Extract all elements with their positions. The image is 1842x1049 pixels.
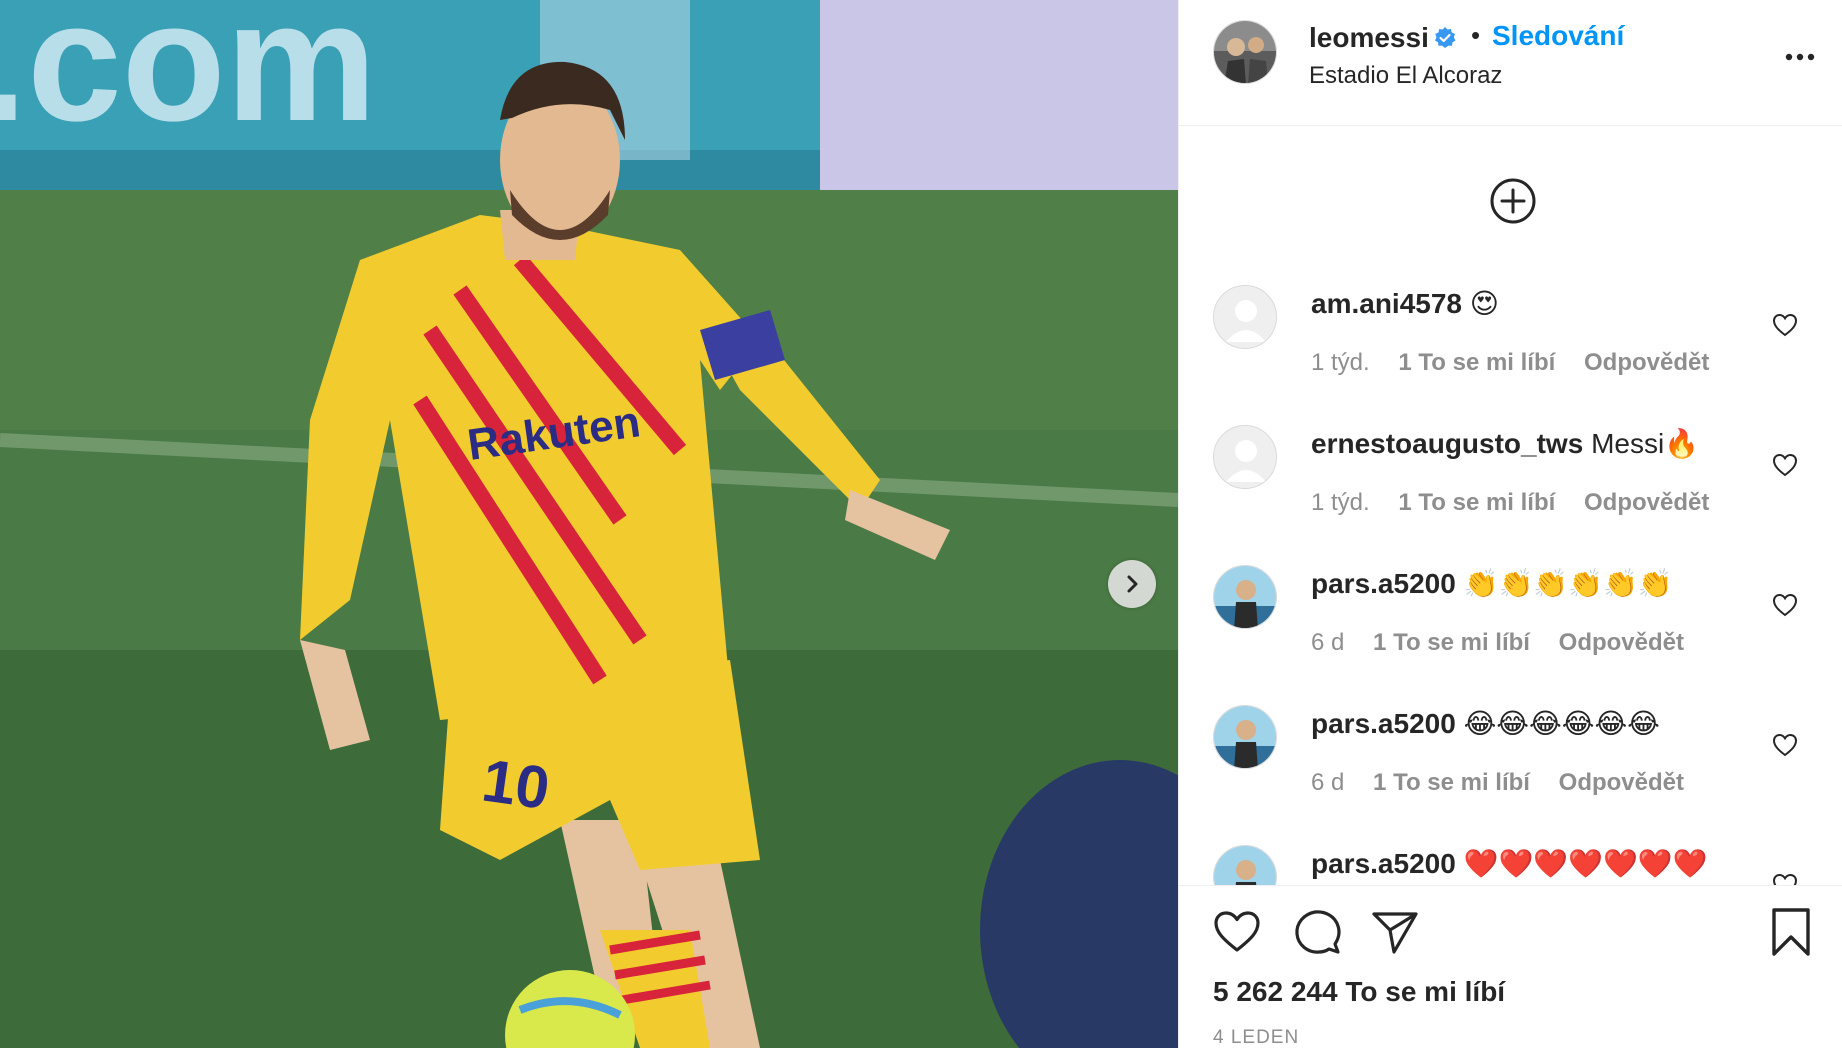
- user-photo-avatar: [1214, 706, 1276, 768]
- like-comment-heart-icon[interactable]: [1771, 451, 1799, 479]
- reply-button[interactable]: Odpovědět: [1559, 769, 1684, 796]
- comment-item: pars.a5200 👏👏👏👏👏👏 6 d 1 To se mi líbí Od…: [1179, 565, 1842, 695]
- like-comment-heart-icon[interactable]: [1771, 731, 1799, 759]
- more-options-icon: [1785, 53, 1815, 61]
- comment-avatar[interactable]: [1213, 285, 1277, 349]
- comment-avatar[interactable]: [1213, 705, 1277, 769]
- likes-count[interactable]: 5 262 244 To se mi líbí: [1213, 976, 1505, 1008]
- comment-time[interactable]: 6 d: [1311, 769, 1344, 796]
- verified-badge-icon: [1435, 27, 1456, 48]
- comments-list[interactable]: am.ani4578 😍 1 týd. 1 To se mi líbí Odpo…: [1179, 127, 1842, 885]
- comment-item: pars.a5200 😂😂😂😂😂😂 6 d 1 To se mi líbí Od…: [1179, 705, 1842, 835]
- like-comment-heart-icon[interactable]: [1771, 591, 1799, 619]
- user-photo-avatar: [1214, 566, 1276, 628]
- reply-button[interactable]: Odpovědět: [1559, 629, 1684, 656]
- like-comment-heart-icon[interactable]: [1771, 311, 1799, 339]
- comment-item: pars.a5200 ❤️❤️❤️❤️❤️❤️❤️: [1179, 845, 1842, 885]
- separator-dot: •: [1471, 20, 1481, 50]
- comment-body: 👏👏👏👏👏👏: [1463, 568, 1673, 599]
- share-paper-plane-icon[interactable]: [1369, 906, 1421, 958]
- like-comment-heart-icon[interactable]: [1771, 871, 1799, 885]
- reply-button[interactable]: Odpovědět: [1584, 489, 1709, 516]
- comment-text: ernestoaugusto_tws Messi🔥: [1311, 427, 1699, 460]
- comment-meta: 6 d 1 To se mi líbí Odpovědět: [1311, 629, 1706, 657]
- banner-text: .com: [0, 0, 377, 157]
- comment-item: ernestoaugusto_tws Messi🔥 1 týd. 1 To se…: [1179, 425, 1842, 555]
- load-more-comments-icon[interactable]: [1489, 177, 1537, 225]
- post-date[interactable]: 4 LEDEN: [1213, 1027, 1299, 1049]
- avatar[interactable]: [1213, 20, 1277, 84]
- comment-likes[interactable]: 1 To se mi líbí: [1398, 349, 1555, 376]
- comment-username[interactable]: pars.a5200: [1311, 708, 1456, 739]
- comment-text: pars.a5200 ❤️❤️❤️❤️❤️❤️❤️: [1311, 847, 1708, 880]
- comment-meta: 1 týd. 1 To se mi líbí Odpovědět: [1311, 349, 1731, 377]
- post-location[interactable]: Estadio El Alcoraz: [1309, 62, 1502, 90]
- comment-likes[interactable]: 1 To se mi líbí: [1373, 769, 1530, 796]
- comment-bubble-icon[interactable]: [1291, 906, 1343, 958]
- shirt-number: 10: [478, 747, 553, 823]
- save-bookmark-icon[interactable]: [1765, 906, 1817, 958]
- default-avatar-icon: [1214, 286, 1276, 348]
- follow-button[interactable]: Sledování: [1492, 20, 1624, 52]
- comment-likes[interactable]: 1 To se mi líbí: [1398, 489, 1555, 516]
- comment-username[interactable]: pars.a5200: [1311, 568, 1456, 599]
- post-panel: leomessi • Sledování Estadio El Alcoraz: [1178, 0, 1842, 1048]
- comment-avatar[interactable]: [1213, 425, 1277, 489]
- comment-time[interactable]: 1 týd.: [1311, 349, 1370, 376]
- reply-button[interactable]: Odpovědět: [1584, 349, 1709, 376]
- post-photo: .com Rakuten 10: [0, 0, 1178, 1048]
- comment-text: am.ani4578 😍: [1311, 287, 1499, 320]
- next-photo-button[interactable]: [1108, 560, 1156, 608]
- comment-likes[interactable]: 1 To se mi líbí: [1373, 629, 1530, 656]
- comment-body: Messi🔥: [1591, 428, 1700, 459]
- avatar-image: [1214, 21, 1276, 83]
- comment-time[interactable]: 1 týd.: [1311, 489, 1370, 516]
- comment-text: pars.a5200 👏👏👏👏👏👏: [1311, 567, 1673, 600]
- comment-meta: 1 týd. 1 To se mi líbí Odpovědět: [1311, 489, 1731, 517]
- comment-username[interactable]: pars.a5200: [1311, 848, 1456, 879]
- default-avatar-icon: [1214, 426, 1276, 488]
- comment-time[interactable]: 6 d: [1311, 629, 1344, 656]
- comment-body: 😂😂😂😂😂😂: [1463, 708, 1660, 739]
- user-photo-avatar: [1214, 846, 1276, 885]
- comment-body: 😍: [1469, 288, 1499, 319]
- comment-username[interactable]: am.ani4578: [1311, 288, 1462, 319]
- post-media[interactable]: .com Rakuten 10: [0, 0, 1178, 1048]
- comment-item: am.ani4578 😍 1 týd. 1 To se mi líbí Odpo…: [1179, 285, 1842, 415]
- comment-body: ❤️❤️❤️❤️❤️❤️❤️: [1463, 848, 1708, 879]
- more-options-button[interactable]: [1783, 40, 1817, 74]
- comment-avatar[interactable]: [1213, 565, 1277, 629]
- comment-meta: 6 d 1 To se mi líbí Odpovědět: [1311, 769, 1706, 797]
- post-actions: 5 262 244 To se mi líbí 4 LEDEN: [1179, 885, 1842, 1048]
- comment-text: pars.a5200 😂😂😂😂😂😂: [1311, 707, 1660, 740]
- comment-username[interactable]: ernestoaugusto_tws: [1311, 428, 1583, 459]
- comment-avatar[interactable]: [1213, 845, 1277, 885]
- post-header: leomessi • Sledování Estadio El Alcoraz: [1179, 0, 1842, 126]
- post-username[interactable]: leomessi: [1309, 22, 1429, 54]
- like-heart-icon[interactable]: [1211, 906, 1263, 958]
- chevron-right-icon: [1127, 575, 1138, 593]
